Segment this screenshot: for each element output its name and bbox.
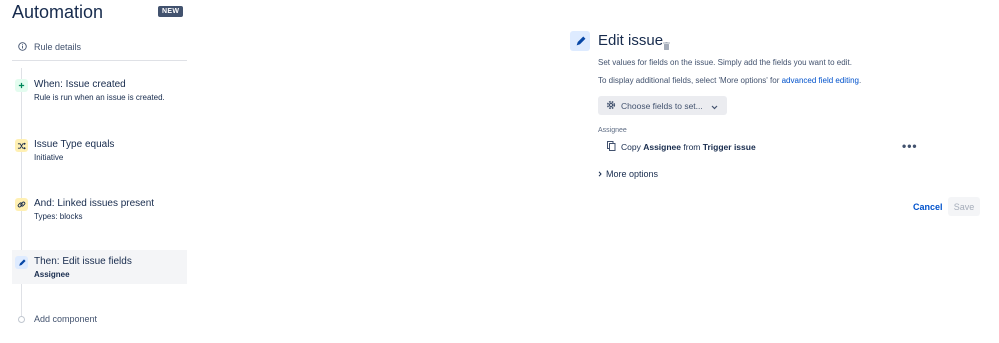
step-condition-issue-type[interactable]: Issue Type equals Initiative xyxy=(12,133,187,167)
step-condition-linked-issues[interactable]: And: Linked issues present Types: blocks xyxy=(12,192,187,226)
step-subtitle: Initiative xyxy=(34,153,64,162)
assignee-field-label: Assignee xyxy=(598,127,627,134)
more-options-label: More options xyxy=(606,169,659,179)
copy-middle: from xyxy=(683,142,701,152)
step-title: And: Linked issues present xyxy=(34,198,155,209)
choose-fields-label: Choose fields to set... xyxy=(621,100,703,111)
link-icon xyxy=(15,198,28,211)
chevron-right-icon xyxy=(598,169,602,179)
pencil-icon xyxy=(15,256,28,269)
plus-icon xyxy=(15,79,28,92)
more-options-toggle[interactable]: More options xyxy=(598,169,658,179)
save-button[interactable]: Save xyxy=(948,197,980,216)
chevron-down-icon xyxy=(711,97,718,115)
gear-icon xyxy=(606,97,616,115)
step-subtitle: Rule is run when an issue is created. xyxy=(34,93,165,102)
rule-details-item[interactable]: Rule details xyxy=(12,33,187,61)
pencil-icon xyxy=(570,31,590,51)
panel-title: Edit issue xyxy=(598,32,664,49)
cancel-button[interactable]: Cancel xyxy=(907,197,949,216)
add-component-button[interactable]: Add component xyxy=(12,314,97,324)
info-icon xyxy=(12,42,32,51)
step-trigger[interactable]: When: Issue created Rule is run when an … xyxy=(12,73,187,107)
choose-fields-button[interactable]: Choose fields to set... xyxy=(598,96,727,115)
advanced-field-editing-link[interactable]: advanced field editing xyxy=(782,76,859,85)
copy-source: Trigger issue xyxy=(702,142,756,152)
step-title: When: Issue created xyxy=(34,79,126,90)
step-action-edit-issue[interactable]: Then: Edit issue fields Assignee xyxy=(12,250,187,284)
copy-icon xyxy=(607,141,616,153)
trash-icon[interactable] xyxy=(663,37,670,55)
panel-description-advanced: To display additional fields, select 'Mo… xyxy=(598,76,861,85)
step-title: Then: Edit issue fields xyxy=(34,256,132,267)
description-period: . xyxy=(858,76,862,85)
rule-details-label: Rule details xyxy=(34,41,82,52)
copy-field: Assignee xyxy=(643,142,682,152)
shuffle-icon xyxy=(15,139,28,152)
new-badge: NEW xyxy=(158,6,184,17)
add-component-dot xyxy=(18,315,25,323)
description-text: To display additional fields, select 'Mo… xyxy=(598,76,782,85)
page-title: Automation xyxy=(12,2,104,22)
step-title: Issue Type equals xyxy=(34,139,115,150)
more-actions-icon[interactable]: ••• xyxy=(902,140,918,152)
copy-prefix: Copy xyxy=(621,142,641,152)
step-subtitle: Types: blocks xyxy=(34,212,83,221)
add-component-label: Add component xyxy=(34,314,98,324)
assignee-copy-value[interactable]: Copy Assignee from Trigger issue xyxy=(607,141,756,153)
panel-description: Set values for fields on the issue. Simp… xyxy=(598,58,852,67)
step-subtitle: Assignee xyxy=(34,270,70,279)
